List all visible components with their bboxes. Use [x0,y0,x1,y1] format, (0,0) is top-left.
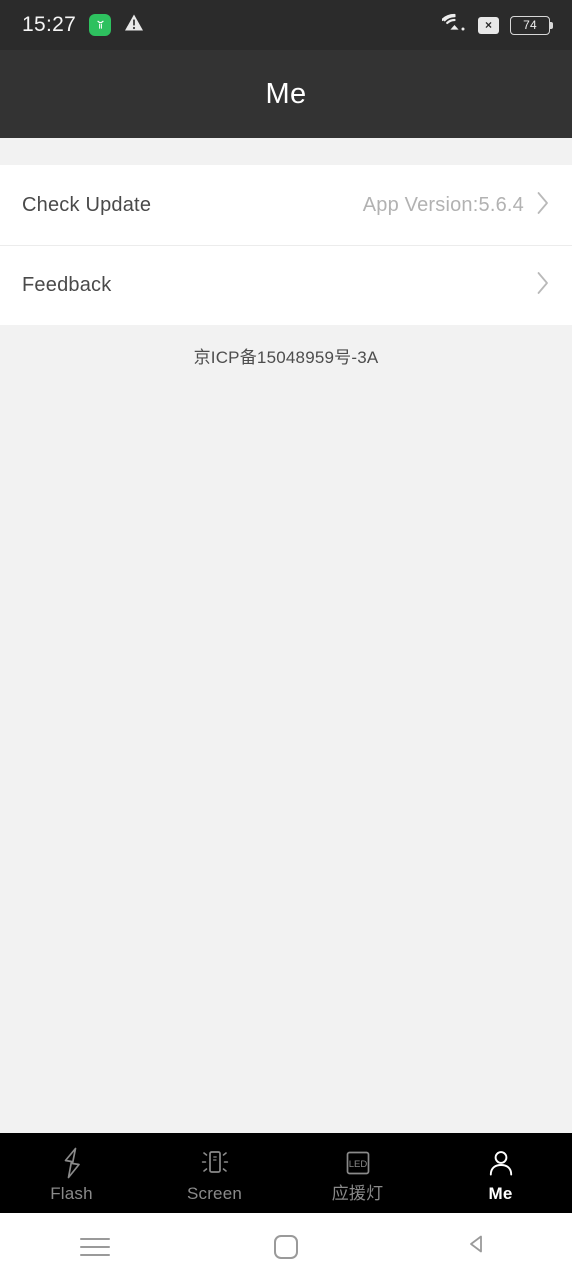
tab-me-label: Me [488,1183,513,1203]
tab-flash-label: Flash [50,1183,93,1203]
person-icon [485,1145,517,1181]
feedback-label: Feedback [22,273,112,296]
tab-led[interactable]: LED 应援灯 [286,1133,429,1213]
page-title: Me [265,77,307,110]
chevron-right-icon [536,271,550,300]
battery-level-label: 74 [523,18,537,32]
android-nav-bar [0,1213,572,1280]
no-sim-icon: × [478,16,499,34]
tab-led-label: 应援灯 [331,1183,384,1203]
main-content: Check Update App Version:5.6.4 Feedback [0,138,572,1133]
wifi-icon [441,13,467,37]
header-spacer [0,138,572,165]
warning-triangle-icon [124,13,144,37]
square-home-icon [274,1234,298,1259]
icp-license-text: 京ICP备15048959号-3A [193,348,379,367]
bottom-tab-bar: Flash Screen LED 应援灯 Me [0,1133,572,1213]
hamburger-recents-icon [80,1237,111,1256]
tab-screen[interactable]: Screen [143,1133,286,1213]
check-update-label: Check Update [22,193,152,216]
battery-icon: 74 [510,15,553,35]
check-update-right: App Version:5.6.4 [363,191,550,220]
lightning-bolt-icon [56,1145,88,1181]
glowing-phone-icon [197,1145,233,1181]
feedback-right [536,271,550,300]
green-app-badge-icon [89,14,112,36]
nav-home-button[interactable] [191,1234,382,1259]
led-box-icon: LED [342,1145,374,1181]
status-clock: 15:27 [22,13,77,36]
status-bar: 15:27 × 74 [0,0,572,50]
phone-screen: 15:27 × 74 Me Check Update App Version:5… [0,0,572,1280]
svg-text:LED: LED [348,1159,367,1170]
triangle-back-icon [465,1232,489,1261]
app-header: Me [0,50,572,138]
app-version-value: App Version:5.6.4 [362,193,524,216]
settings-list: Check Update App Version:5.6.4 Feedback [0,165,572,325]
tab-flash[interactable]: Flash [0,1133,143,1213]
tab-screen-label: Screen [186,1183,243,1203]
list-item-feedback[interactable]: Feedback [0,245,572,325]
list-item-check-update[interactable]: Check Update App Version:5.6.4 [0,165,572,245]
status-bar-right: × 74 [441,13,553,37]
nav-recents-button[interactable] [0,1237,191,1256]
tab-me[interactable]: Me [429,1133,572,1213]
chevron-right-icon [536,191,550,220]
nav-back-button[interactable] [381,1232,572,1261]
content-filler [0,368,572,1133]
status-bar-left: 15:27 [22,13,144,37]
